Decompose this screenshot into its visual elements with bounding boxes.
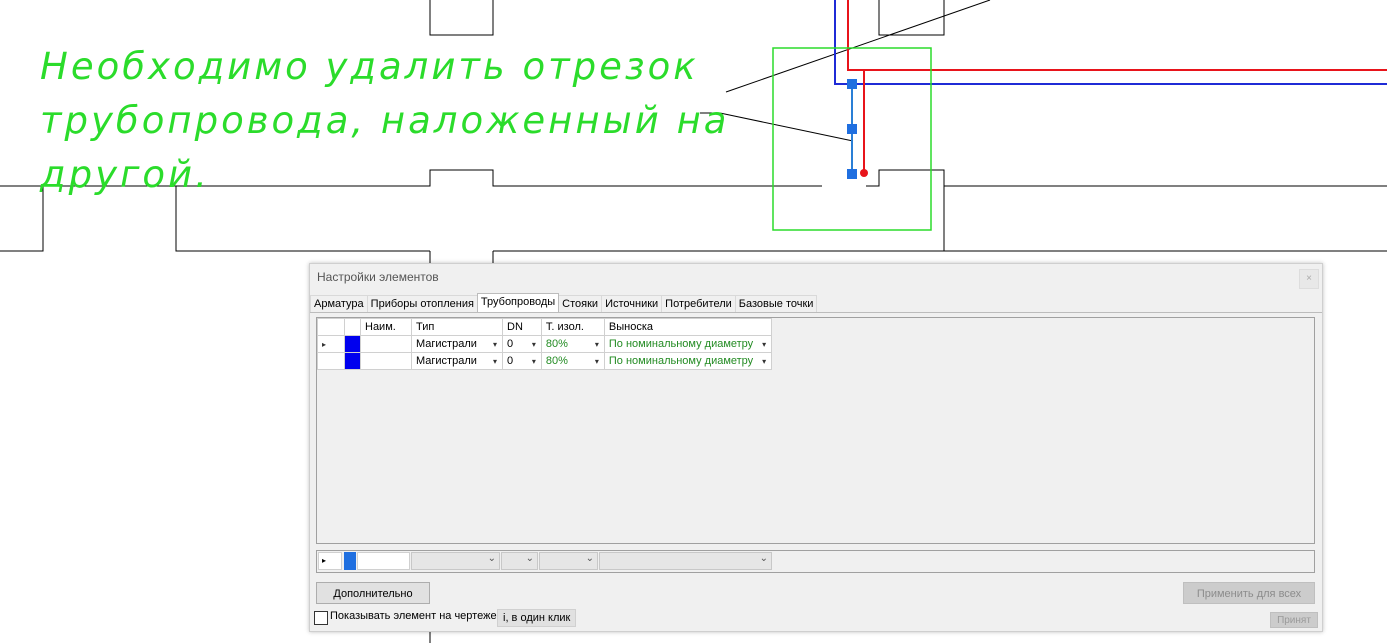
dropdown-arrow-icon[interactable]: ▾ (488, 335, 503, 353)
dropdown-arrow-icon[interactable]: ▾ (757, 335, 773, 353)
chevron-down-icon: ⌄ (585, 553, 594, 564)
apply-all-button[interactable]: Применить для всех (1183, 582, 1315, 604)
tab-pipelines[interactable]: Трубопроводы (476, 293, 560, 312)
grid-header-row: Наим. Тип DN Т. изол. Выноска (317, 318, 773, 336)
dropdown-arrow-icon[interactable]: ▾ (526, 352, 542, 370)
element-settings-dialog: Настройки элементов × Арматура Приборы о… (309, 263, 1323, 632)
accept-button[interactable]: Принят (1270, 612, 1318, 628)
close-button[interactable]: × (1299, 269, 1319, 289)
pipe-blue[interactable] (834, 0, 1387, 85)
grid-header-insulation[interactable]: Т. изол. (540, 318, 590, 336)
new-row-callout-select[interactable]: ⌄ (599, 552, 772, 570)
annotation-line: трубопровода, наложенный на (40, 99, 730, 142)
pipelines-grid[interactable]: Наим. Тип DN Т. изол. Выноска ▸ Магистра… (316, 317, 1315, 544)
tab-sources[interactable]: Источники (601, 295, 663, 312)
table-row[interactable]: ▸ Магистрали ▾ 0 ▾ 80% ▾ По номинальному… (317, 335, 773, 353)
dropdown-arrow-icon[interactable]: ▾ (589, 335, 605, 353)
new-row-color-swatch[interactable] (344, 552, 356, 570)
chevron-down-icon: ⌄ (487, 553, 496, 564)
row-name[interactable] (360, 352, 412, 370)
row-name[interactable] (360, 335, 412, 353)
chevron-down-icon: ⌄ (525, 553, 534, 564)
tab-risers[interactable]: Стояки (558, 295, 603, 312)
annotation-text: Необходимо удалить отрезок трубопровода,… (40, 40, 740, 202)
chevron-down-icon: ⌄ (759, 553, 768, 564)
row-insulation[interactable]: 80% (540, 352, 590, 370)
grid-header-callout[interactable]: Выноска (603, 318, 758, 336)
annotation-line: другой. (40, 153, 210, 196)
row-selector[interactable] (317, 352, 345, 370)
row-selector[interactable]: ▸ (317, 335, 345, 353)
row-type[interactable]: Магистрали (411, 335, 488, 353)
tab-bar: Арматура Приборы отопления Трубопроводы … (310, 293, 818, 313)
selected-pipe-segment[interactable] (847, 79, 857, 179)
new-row-type-select[interactable]: ⌄ (411, 552, 500, 570)
show-in-drawing-checkbox[interactable] (314, 611, 328, 625)
grid-header-type[interactable]: Тип (411, 318, 488, 336)
pipe-red[interactable] (847, 0, 1387, 177)
grid-header-cell (589, 318, 605, 336)
grid-header-dn[interactable]: DN (501, 318, 527, 336)
more-button[interactable]: Дополнительно (316, 582, 430, 604)
tab-divider (310, 312, 1322, 313)
new-row-editor[interactable]: ▸ ⌄ ⌄ ⌄ ⌄ (316, 550, 1315, 573)
row-type[interactable]: Магистрали (411, 352, 488, 370)
new-row-insulation-select[interactable]: ⌄ (539, 552, 598, 570)
row-callout[interactable]: По номинальному диаметру (603, 335, 758, 353)
row-color-swatch[interactable] (344, 335, 361, 353)
annotation-line: Необходимо удалить отрезок (40, 45, 699, 88)
new-row-selector[interactable]: ▸ (318, 552, 342, 570)
grid-header-cell (526, 318, 542, 336)
row-color-swatch[interactable] (344, 352, 361, 370)
grid-header-cell (488, 318, 503, 336)
tab-heating-devices[interactable]: Приборы отопления (366, 295, 478, 312)
show-in-drawing-label: Показывать элемент на чертеже (330, 610, 497, 622)
dialog-title: Настройки элементов (317, 270, 439, 284)
dropdown-arrow-icon[interactable]: ▾ (526, 335, 542, 353)
grid-header-cell (344, 318, 361, 336)
tab-armature[interactable]: Арматура (310, 295, 368, 312)
dropdown-arrow-icon[interactable]: ▾ (488, 352, 503, 370)
row-insulation[interactable]: 80% (540, 335, 590, 353)
grid-header-cell (757, 318, 773, 336)
grid-header-cell (317, 318, 345, 336)
row-dn[interactable]: 0 (501, 352, 527, 370)
table-row[interactable]: Магистрали ▾ 0 ▾ 80% ▾ По номинальному д… (317, 352, 773, 370)
new-row-name-input[interactable] (357, 552, 410, 570)
grid-header-name[interactable]: Наим. (360, 318, 412, 336)
row-callout[interactable]: По номинальному диаметру (603, 352, 758, 370)
tab-base-points[interactable]: Базовые точки (734, 295, 818, 312)
one-click-button[interactable]: і, в один клик (497, 609, 577, 627)
row-dn[interactable]: 0 (501, 335, 527, 353)
tab-consumers[interactable]: Потребители (661, 295, 736, 312)
dropdown-arrow-icon[interactable]: ▾ (589, 352, 605, 370)
dropdown-arrow-icon[interactable]: ▾ (757, 352, 773, 370)
new-row-dn-select[interactable]: ⌄ (501, 552, 538, 570)
